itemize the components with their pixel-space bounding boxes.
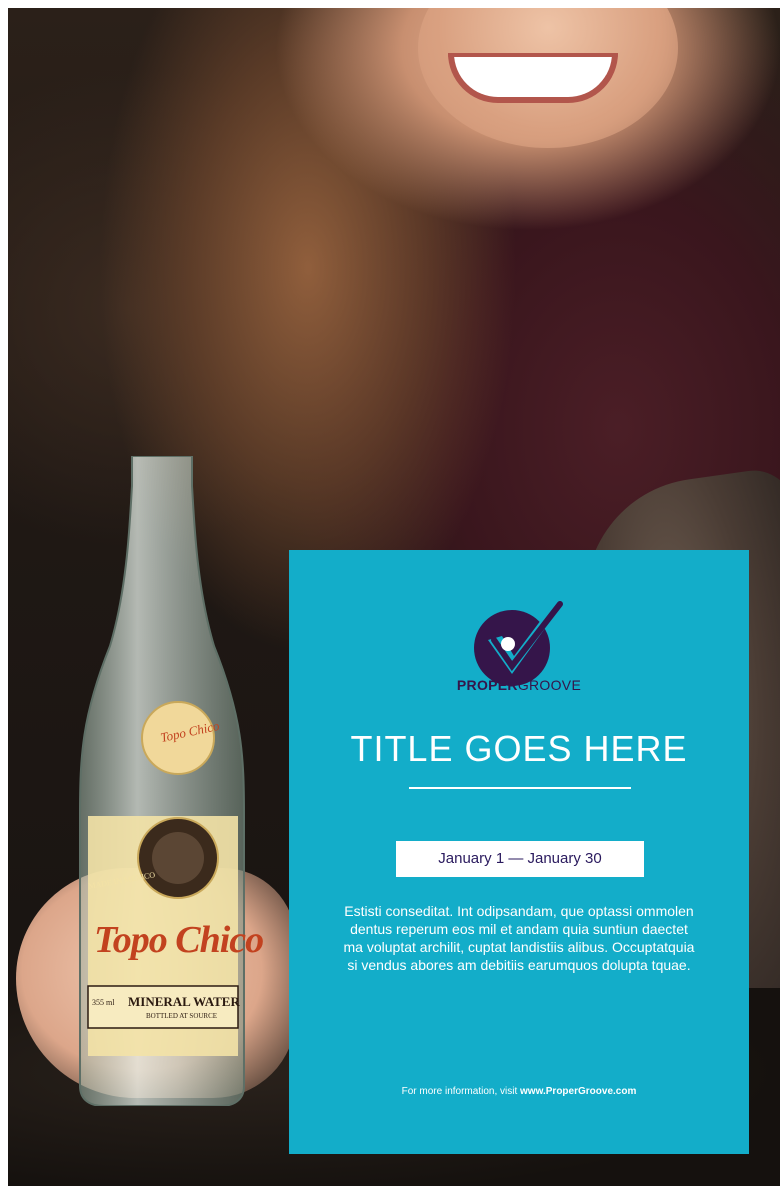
brand-bold: PROPER bbox=[456, 677, 518, 693]
date-range-badge: January 1 — January 30 bbox=[396, 841, 644, 877]
soda-bottle-image: Topo Chico MADE IN MEXICO Topo Chico 355… bbox=[74, 456, 264, 1106]
bottle-subtext: BOTTLED AT SOURCE bbox=[146, 1012, 218, 1020]
title-divider bbox=[409, 787, 631, 789]
propergroove-logo-icon bbox=[472, 596, 566, 690]
website-link[interactable]: www.ProperGroove.com bbox=[520, 1086, 636, 1097]
info-panel: PROPERGROOVE TITLE GOES HERE January 1 —… bbox=[289, 550, 749, 1154]
bottle-brand-script: Topo Chico bbox=[94, 919, 264, 961]
brand-wordmark: PROPERGROOVE bbox=[289, 677, 749, 693]
description-text: Estisti conseditat. Int odipsandam, que … bbox=[343, 903, 695, 973]
poster-title: TITLE GOES HERE bbox=[350, 728, 688, 769]
more-info-prefix: For more information, visit bbox=[401, 1086, 521, 1097]
brand-regular: GROOVE bbox=[517, 677, 582, 693]
bottle-product-name: MINERAL WATER bbox=[128, 994, 240, 1009]
bottle-volume: 355 ml bbox=[92, 998, 115, 1007]
smile-photo bbox=[448, 53, 618, 103]
more-info-line: For more information, visit www.ProperGr… bbox=[289, 1086, 749, 1097]
